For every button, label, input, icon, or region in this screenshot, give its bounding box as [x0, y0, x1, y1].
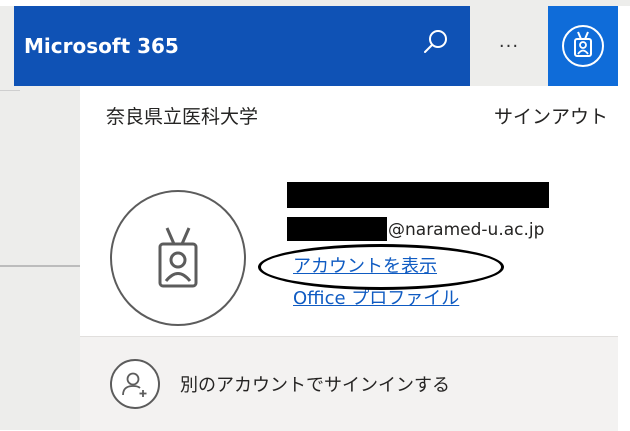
brand-title: Microsoft 365 [24, 34, 179, 58]
app-frame: Microsoft 365 ··· 奈良県立医科大学 サインアウト @naram… [0, 0, 630, 431]
redacted-username [287, 217, 387, 241]
profile-avatar[interactable] [110, 190, 246, 326]
add-person-icon [110, 359, 160, 409]
account-avatar-button[interactable] [548, 6, 618, 86]
account-panel: 奈良県立医科大学 サインアウト @naramed-u.ac.jp アカウントを表… [80, 86, 618, 431]
more-options-button[interactable]: ··· [470, 6, 548, 86]
divider [0, 265, 80, 267]
add-account-label: 別のアカウントでサインインする [180, 375, 450, 396]
organization-name: 奈良県立医科大学 [106, 106, 259, 128]
email-domain: @naramed-u.ac.jp [388, 220, 545, 240]
badge-icon [158, 227, 198, 288]
top-bar: Microsoft 365 ··· [14, 6, 618, 86]
sign-out-link[interactable]: サインアウト [494, 102, 608, 129]
add-account-footer: 別のアカウントでサインインする [80, 336, 618, 431]
office-profile-link[interactable]: Office プロファイル [293, 284, 459, 310]
add-account-button[interactable]: 別のアカウントでサインインする [110, 359, 450, 409]
view-account-link[interactable]: アカウントを表示 [293, 252, 437, 278]
divider [0, 90, 20, 91]
badge-icon [562, 25, 604, 67]
search-button[interactable] [416, 24, 456, 64]
search-icon [424, 30, 447, 53]
redacted-name [287, 182, 549, 208]
